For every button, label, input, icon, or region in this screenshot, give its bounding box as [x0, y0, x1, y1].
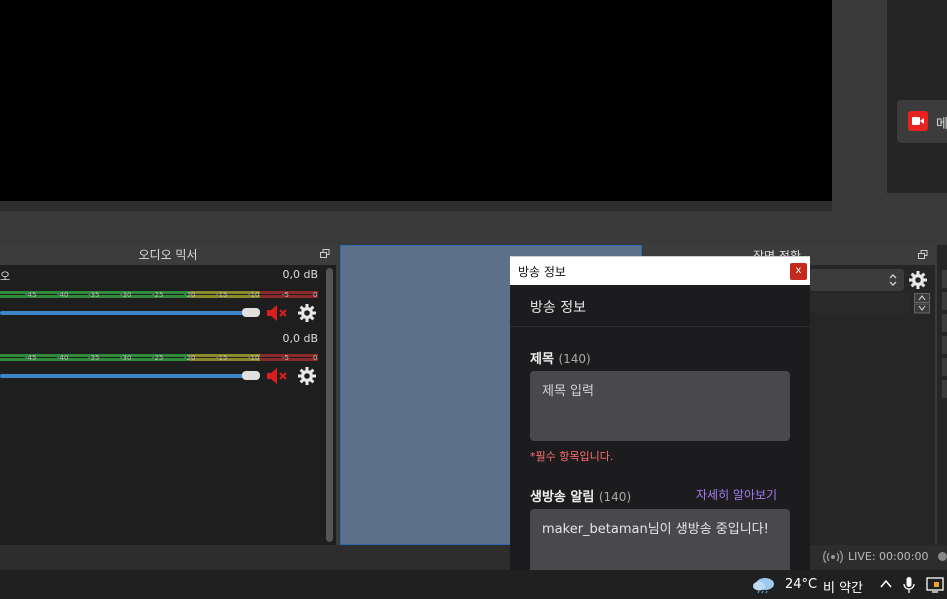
notice-field-label: 생방송 알림 (140) — [530, 486, 631, 505]
notice-label-text: 생방송 알림 — [530, 490, 595, 505]
tick-label: -10 — [248, 354, 260, 362]
required-message: *필수 항목입니다. — [530, 450, 614, 463]
dialog-title-bar[interactable]: 방송 정보 x — [510, 256, 810, 285]
notice-input-value: maker_betaman님이 생방송 중입니다! — [542, 522, 769, 537]
notice-char-count: (140) — [598, 490, 632, 504]
tick-label: -5 — [282, 354, 289, 362]
divider — [510, 326, 810, 327]
meter-ticks: -45 -40 -35 -30 -25 -20 -15 -10 -5 0 — [0, 291, 320, 301]
broadcast-icon — [823, 550, 843, 564]
tick-label: -25 — [152, 291, 164, 299]
title-label-text: 제목 — [530, 352, 554, 367]
tick-label: -15 — [216, 354, 228, 362]
close-button[interactable]: x — [790, 263, 807, 280]
preview-canvas — [0, 0, 832, 201]
title-input-placeholder: 제목 입력 — [542, 384, 594, 399]
title-input[interactable]: 제목 입력 — [530, 371, 790, 441]
control-button[interactable] — [942, 358, 947, 376]
notice-input[interactable]: maker_betaman님이 생방송 중입니다! — [530, 509, 790, 570]
dialog-window-title: 방송 정보 — [518, 265, 566, 279]
channel-name: 오 — [0, 270, 11, 283]
meet-button-label: 메 — [936, 117, 947, 132]
transition-duration-field[interactable] — [810, 293, 910, 313]
dock-area-gap — [0, 211, 947, 245]
muted-speaker-icon[interactable] — [266, 303, 288, 323]
mixer-scrollbar[interactable] — [326, 268, 333, 542]
undock-icon[interactable] — [320, 249, 330, 259]
undock-icon[interactable] — [918, 250, 928, 260]
volume-slider[interactable] — [0, 311, 250, 315]
volume-slider-handle[interactable] — [242, 371, 260, 380]
tick-label: -30 — [120, 291, 132, 299]
tick-label: -40 — [57, 354, 69, 362]
weather-temperature[interactable]: 24°C — [785, 577, 817, 592]
volume-slider-handle[interactable] — [242, 308, 260, 317]
tick-label: -20 — [184, 291, 196, 299]
tick-label: -30 — [120, 354, 132, 362]
tick-label: -5 — [282, 291, 289, 299]
preview-side-gap — [832, 0, 887, 211]
tick-label: -40 — [57, 291, 69, 299]
tick-label: -35 — [88, 354, 100, 362]
muted-speaker-icon[interactable] — [266, 366, 288, 386]
control-button[interactable] — [942, 380, 947, 398]
weather-rain-icon[interactable] — [752, 576, 776, 594]
tick-label: -10 — [248, 291, 260, 299]
tick-label: -25 — [152, 354, 164, 362]
meter-ticks: -45 -40 -35 -30 -25 -20 -15 -10 -5 0 — [0, 354, 320, 364]
dialog-heading: 방송 정보 — [530, 300, 586, 316]
channel-db-readout: 0,0 dB — [282, 332, 318, 345]
tick-label: 0 — [313, 354, 318, 362]
tick-label: 0 — [313, 291, 318, 299]
tick-label: -45 — [25, 291, 37, 299]
record-status-icon — [938, 552, 947, 561]
side-panel — [887, 0, 947, 193]
control-button[interactable] — [942, 292, 947, 310]
control-button[interactable] — [942, 314, 947, 332]
gear-icon[interactable] — [908, 270, 928, 290]
tick-label: -35 — [88, 291, 100, 299]
channel-db-readout: 0,0 dB — [282, 268, 318, 281]
live-timer: LIVE: 00:00:00 — [848, 550, 929, 563]
title-char-count: (140) — [558, 352, 591, 366]
weather-description[interactable]: 비 약간 — [823, 577, 863, 596]
transition-select[interactable] — [810, 269, 904, 291]
control-button[interactable] — [942, 270, 947, 288]
tick-label: -15 — [216, 291, 228, 299]
microphone-icon[interactable] — [902, 576, 916, 594]
chevron-up-icon[interactable] — [879, 577, 893, 591]
tick-label: -20 — [184, 354, 196, 362]
preview-bottom-band — [0, 201, 832, 211]
volume-slider[interactable] — [0, 374, 250, 378]
spin-arrows-icon — [889, 274, 897, 286]
control-button[interactable] — [942, 336, 947, 354]
broadcast-info-dialog: 방송 정보 x 방송 정보 제목 (140) 제목 입력 *필수 항목입니다. … — [510, 256, 810, 570]
audio-mixer-title: 오디오 믹서 — [0, 245, 336, 265]
gear-icon[interactable] — [297, 366, 319, 386]
learn-more-link[interactable]: 자세히 알아보기 — [696, 486, 777, 503]
tick-label: -45 — [25, 354, 37, 362]
video-camera-icon — [908, 111, 928, 131]
gear-icon[interactable] — [297, 303, 319, 323]
display-icon[interactable] — [926, 576, 944, 594]
duration-stepper[interactable] — [914, 293, 930, 314]
title-field-label: 제목 (140) — [530, 348, 591, 367]
